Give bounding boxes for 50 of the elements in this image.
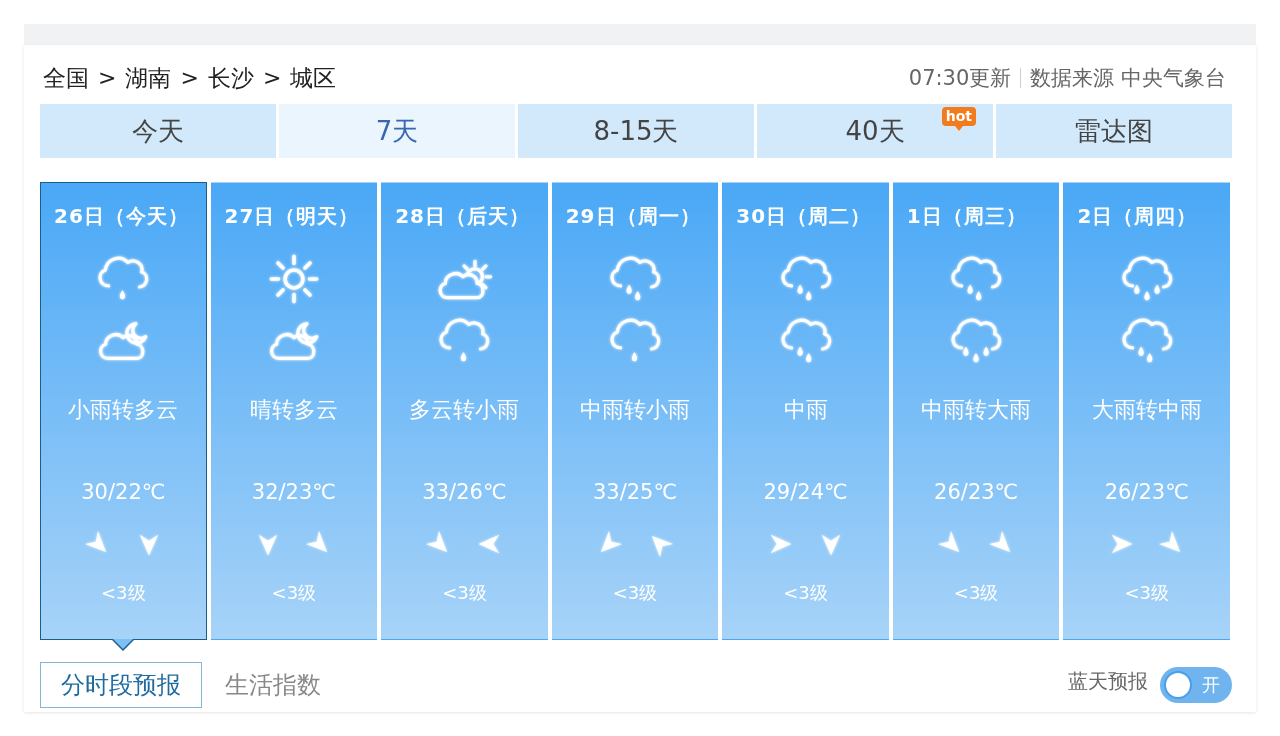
day-date: 2日（周四） — [1077, 203, 1198, 230]
forecast-switch-label: 蓝天预报 — [1068, 668, 1148, 694]
weather-text: 多云转小雨 — [409, 396, 520, 424]
temperature-text: 30/22℃ — [81, 479, 166, 505]
breadcrumb-separator: > — [98, 63, 117, 92]
update-time: 07:30更新 — [908, 64, 1012, 92]
rain-cloud-icon — [607, 255, 663, 303]
wind-level-text: <3级 — [101, 581, 146, 605]
weather-text: 中雨转小雨 — [580, 396, 690, 424]
breadcrumb-link[interactable]: 长沙 — [207, 62, 254, 93]
wind-level-text: <3级 — [1124, 581, 1169, 605]
wind-level-text: <3级 — [612, 581, 658, 605]
day-date: 1日（周三） — [906, 203, 1027, 230]
weather-text: 小雨转多云 — [68, 396, 179, 424]
cloud-moon-icon — [267, 320, 320, 362]
weather-text: 中雨转大雨 — [921, 396, 1032, 424]
wind-level-text: <3级 — [953, 581, 999, 605]
period-tab[interactable]: 今天 — [40, 104, 276, 158]
temperature-text: 33/25℃ — [592, 479, 678, 505]
breadcrumb-separator: > — [262, 63, 282, 92]
period-tab[interactable]: 7天 — [279, 104, 515, 158]
temperature-text: 29/24℃ — [763, 479, 848, 505]
sun-icon — [268, 254, 319, 304]
day-date: 28日（后天） — [395, 203, 530, 230]
weather-text: 中雨 — [783, 396, 828, 424]
cloud-moon-icon — [97, 320, 150, 362]
temperature-text: 33/26℃ — [422, 479, 507, 505]
data-source: 数据来源 中央气象台 — [1030, 64, 1226, 92]
period-tab[interactable]: 40天 hot — [757, 104, 993, 158]
breadcrumb-link[interactable]: 全国 — [43, 62, 89, 93]
wind-level-text: <3级 — [442, 581, 487, 605]
wind-level-text: <3级 — [783, 581, 828, 605]
day-date: 29日（周一） — [565, 203, 701, 230]
breadcrumb-separator: > — [180, 63, 199, 92]
wind-level-text: <3级 — [271, 581, 317, 605]
day-date: 27日（明天） — [224, 203, 360, 230]
day-date: 30日（周二） — [736, 203, 872, 230]
period-tab[interactable]: 8-15天 — [518, 104, 754, 158]
temperature-text: 26/23℃ — [1104, 479, 1189, 505]
weather-text: 大雨转中雨 — [1091, 396, 1202, 424]
temperature-text: 32/23℃ — [251, 479, 336, 505]
temperature-text: 26/23℃ — [934, 479, 1019, 505]
breadcrumb-link[interactable]: 湖南 — [125, 62, 172, 93]
day-date: 26日（今天） — [54, 203, 189, 230]
period-tab[interactable]: 雷达图 — [996, 104, 1232, 158]
forecast-subtab[interactable]: 分时段预报 — [40, 662, 202, 708]
breadcrumb-link[interactable]: 城区 — [290, 62, 337, 93]
pointer-triangle-icon — [112, 639, 135, 651]
weather-text: 晴转多云 — [249, 396, 338, 424]
cloud-sun-icon — [436, 257, 493, 301]
